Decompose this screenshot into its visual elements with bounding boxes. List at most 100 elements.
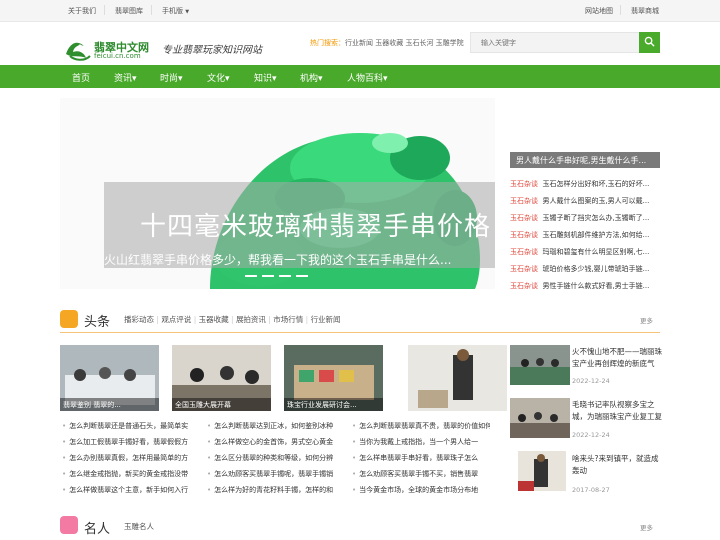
slider-dot[interactable] (296, 275, 308, 277)
hot-search-terms[interactable]: 行业新闻 玉器收藏 玉石长河 玉雕学院 (345, 39, 464, 47)
search-button[interactable] (639, 32, 660, 53)
news-link[interactable]: 当今黄金市场，全球的黄金市场分布地 (352, 485, 490, 495)
main-nav: 首页 资讯▾ 时尚▾ 文化▾ 知识▾ 机构▾ 人物百科▾ (0, 65, 720, 88)
slider-dot[interactable] (262, 275, 274, 277)
news-thumbnail[interactable]: 珠宝行业发展研讨会... (284, 345, 383, 411)
side-news-date: 2022-12-24 (572, 431, 610, 439)
side-news-thumbnail[interactable] (518, 451, 566, 491)
gallery-link[interactable]: 翡翠图库 (115, 6, 143, 16)
list-item[interactable]: 玉石杂谈 男人戴什么图案的玉,男人可以戴... (510, 196, 660, 206)
side-news-thumbnail[interactable] (510, 398, 570, 438)
news-link[interactable]: 怎么样串翡翠手串好看，翡翠珠子怎么 (352, 453, 490, 463)
category-tag[interactable]: 玉石杂谈 (510, 265, 538, 273)
site-logo[interactable]: 翡翠中文网 feicui.cn.com (64, 32, 149, 64)
photo-image (510, 345, 570, 385)
news-link[interactable]: 怎么判断翡翠翡翠真不贵，翡翠的价值如何 (352, 421, 490, 431)
nav-item-institutions[interactable]: 机构▾ (300, 71, 323, 84)
headlines-title: 头条 (84, 315, 111, 330)
news-thumbnail[interactable]: 全国玉雕大展开幕 (172, 345, 271, 411)
caret-down-icon: ▼ (185, 9, 190, 15)
thumbnail-caption: 全国玉雕大展开幕 (172, 398, 271, 411)
slider-dot[interactable] (279, 275, 291, 277)
headlines-more-link[interactable]: 更多 (640, 315, 653, 325)
list-item-title: 玉石怎样分出好和坏,玉石的好坏... (542, 180, 650, 188)
nav-item-culture[interactable]: 文化▾ (207, 71, 230, 84)
top-bar: 关于我们 翡翠图库 手机版 ▼ 网站地图 翡翠商城 (0, 0, 720, 22)
category-tag[interactable]: 玉石杂谈 (510, 214, 538, 222)
photo-image (510, 398, 570, 438)
news-link[interactable]: 怎么样做空心的金首饰，男式空心黄金 (207, 437, 343, 447)
side-news-title[interactable]: 毛晓书记率队视察多宝之城，为瑞丽珠宝产业复工复 (572, 399, 662, 423)
side-news-date: 2017-08-27 (572, 486, 610, 494)
tab-market[interactable]: 市场行情 (273, 315, 303, 324)
nav-item-home[interactable]: 首页 (72, 71, 90, 84)
news-link[interactable]: 怎么办别翡翠真假，怎样用最简单的方 (62, 453, 198, 463)
tab-industry-news[interactable]: 行业新闻 (311, 315, 341, 324)
photo-image (408, 345, 507, 411)
category-tag[interactable]: 玉石杂谈 (510, 282, 538, 290)
thumbnail-caption: 翡翠鉴别 翡翠的... (60, 398, 159, 411)
news-link[interactable]: 怎么劝顾客买翡翠手镯不买，销售翡翠 (352, 469, 490, 479)
category-tag[interactable]: 玉石杂谈 (510, 197, 538, 205)
category-tag[interactable]: 玉石杂谈 (510, 180, 538, 188)
news-thumbnail[interactable] (408, 345, 507, 411)
side-news-title[interactable]: 火不愧山地不肥——瑞丽珠宝产业再创辉煌的新底气 (572, 346, 662, 370)
news-link[interactable]: 当你为我戴上戒指指，当一个男人给一 (352, 437, 490, 447)
category-tag[interactable]: 玉石杂谈 (510, 248, 538, 256)
people-more-link[interactable]: 更多 (640, 522, 653, 532)
divider (151, 5, 152, 15)
nav-item-knowledge[interactable]: 知识▾ (254, 71, 277, 84)
list-item-title: 玛瑙和碧玺有什么明显区别啊,七... (542, 248, 650, 256)
banner-headline: 十四毫米玻璃种翡翠手串价格 (140, 212, 492, 242)
tab-industry-dynamics[interactable]: 播彩动态 (124, 315, 154, 324)
headlines-icon (60, 310, 78, 328)
photo-image (518, 451, 566, 491)
hot-search-label: 热门搜索： (310, 39, 345, 47)
news-link[interactable]: 怎么区分翡翠的种类和等级，如何分辨 (207, 453, 343, 463)
list-item-title: 男性手链什么款式好看,男士手链... (542, 282, 650, 290)
news-link[interactable]: 怎么加工假翡翠手镯好看，翡翠假假方 (62, 437, 198, 447)
hot-search: 热门搜索：行业新闻 玉器收藏 玉石长河 玉雕学院 (310, 38, 464, 48)
banner-title[interactable]: 火山红翡翠手串价格多少，帮我看一下我的这个玉石手串是什么... (104, 251, 451, 268)
featured-headline[interactable]: 男人戴什么手串好呢,男生戴什么手... (510, 152, 660, 168)
mall-link[interactable]: 翡翠商城 (631, 6, 659, 16)
news-link[interactable]: 怎么样为好的青花籽料手镯，怎样的和 (207, 485, 343, 495)
news-link[interactable]: 怎么继金戒指抛，新买的黄金戒指没带 (62, 469, 198, 479)
news-thumbnail[interactable]: 翡翠鉴别 翡翠的... (60, 345, 159, 411)
list-item-title: 男人戴什么图案的玉,男人可以戴... (542, 197, 650, 205)
nav-item-news[interactable]: 资讯▾ (114, 71, 137, 84)
people-title: 名人 (84, 522, 111, 537)
tab-exhibitions[interactable]: 展拍资讯 (236, 315, 266, 324)
list-item[interactable]: 玉石杂谈 琥珀价格多少钱,婴儿带琥珀手链... (510, 264, 660, 274)
side-news-thumbnail[interactable] (510, 345, 570, 385)
logo-domain: feicui.cn.com (94, 52, 141, 60)
list-item[interactable]: 玉石杂谈 玉石怎样分出好和坏,玉石的好坏... (510, 179, 660, 189)
news-link[interactable]: 怎么劝顾客买翡翠手镯呢，翡翠手镯销 (207, 469, 343, 479)
side-news-date: 2022-12-24 (572, 377, 610, 385)
category-tag[interactable]: 玉石杂谈 (510, 231, 538, 239)
mobile-link[interactable]: 手机版 ▼ (162, 6, 189, 16)
list-item-title: 琥珀价格多少钱,婴儿带琥珀手链... (542, 265, 650, 273)
tab-collection[interactable]: 玉器收藏 (199, 315, 229, 324)
slider-dot[interactable] (245, 275, 257, 277)
list-item[interactable]: 玉石杂谈 玉镯子断了挡灾怎么办,玉镯断了... (510, 213, 660, 223)
tab-jade-carving-masters[interactable]: 玉雕名人 (124, 521, 154, 532)
list-item[interactable]: 玉石杂谈 男性手链什么款式好看,男士手链... (510, 281, 660, 291)
mobile-label: 手机版 (162, 7, 183, 15)
news-link[interactable]: 怎么判断翡翠还是普通石头，最简单实 (62, 421, 198, 431)
tab-opinions[interactable]: 观点评说 (161, 315, 191, 324)
news-link[interactable]: 怎么判断翡翠达到正冰，如何鉴别冰种 (207, 421, 343, 431)
nav-item-fashion[interactable]: 时尚▾ (160, 71, 183, 84)
people-icon (60, 516, 78, 534)
about-link[interactable]: 关于我们 (68, 6, 96, 16)
search-input[interactable] (470, 32, 640, 53)
list-item[interactable]: 玉石杂谈 玉石雕刻机部件维护方法,如何给... (510, 230, 660, 240)
sitemap-link[interactable]: 网站地图 (585, 6, 613, 16)
list-item[interactable]: 玉石杂谈 玛瑙和碧玺有什么明显区别啊,七... (510, 247, 660, 257)
divider (620, 5, 621, 15)
divider (60, 332, 660, 333)
nav-item-people[interactable]: 人物百科▾ (347, 71, 388, 84)
news-link[interactable]: 怎么样做翡翠这个主意，新手如何入行 (62, 485, 198, 495)
divider (104, 5, 105, 15)
side-news-title[interactable]: 啥来头?来到镇平，就造成轰动 (572, 453, 662, 477)
